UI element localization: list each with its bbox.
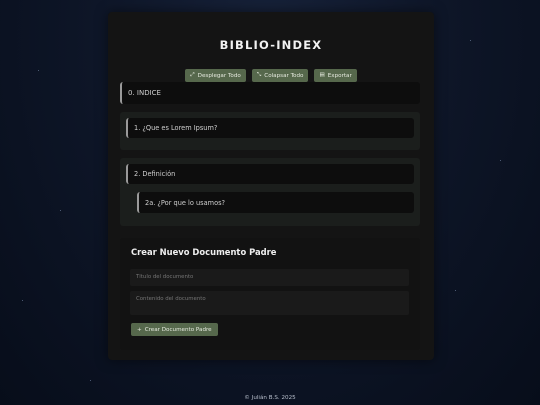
create-parent-document-form: Crear Nuevo Documento Padre + Crear Docu…: [120, 238, 420, 350]
background-star: [455, 290, 456, 291]
app-title: BIBLIO-INDEX: [219, 38, 323, 52]
collapse-all-label: Colapsar Todo: [264, 72, 304, 79]
collapse-all-button[interactable]: ⤡ Colapsar Todo: [251, 69, 309, 82]
collapse-arrows-icon: ⤡: [256, 71, 262, 78]
document-title-input[interactable]: [130, 269, 409, 286]
plus-icon: +: [137, 326, 142, 333]
background-star: [22, 300, 23, 301]
document-title: 2. Definición: [134, 170, 176, 178]
document-title: 1. ¿Que es Lorem Ipsum?: [134, 124, 218, 132]
background-star: [500, 160, 501, 161]
expand-all-label: Desplegar Todo: [197, 72, 241, 79]
form-heading: Crear Nuevo Documento Padre: [131, 247, 277, 257]
expand-arrows-icon: ⤢: [190, 71, 195, 78]
document-content-textarea[interactable]: [130, 291, 409, 315]
export-label: Exportar: [327, 72, 352, 79]
background-star: [90, 380, 91, 381]
toolbar: ⤢ Desplegar Todo ⤡ Colapsar Todo ▤ Expor…: [108, 69, 434, 82]
create-button-label: Crear Documento Padre: [144, 326, 212, 333]
document-item-por-que-lo-usamos[interactable]: 2a. ¿Por que lo usamos?: [137, 192, 414, 213]
background-star: [60, 210, 61, 211]
expand-all-button[interactable]: ⤢ Desplegar Todo: [185, 69, 246, 82]
document-item-definicion[interactable]: 2. Definición: [126, 164, 414, 184]
background-star: [38, 70, 39, 71]
document-title: 2a. ¿Por que lo usamos?: [145, 198, 226, 207]
document-item-indice[interactable]: 0. INDICE: [120, 82, 420, 104]
background-star: [470, 40, 471, 41]
export-button[interactable]: ▤ Exportar: [314, 69, 357, 82]
create-parent-document-button[interactable]: + Crear Documento Padre: [131, 323, 218, 336]
export-document-icon: ▤: [319, 71, 325, 78]
footer-copyright: © Julián B.S. 2025: [244, 395, 296, 401]
document-title: 0. INDICE: [128, 89, 161, 97]
document-item-lorem-ipsum[interactable]: 1. ¿Que es Lorem Ipsum?: [126, 118, 414, 138]
